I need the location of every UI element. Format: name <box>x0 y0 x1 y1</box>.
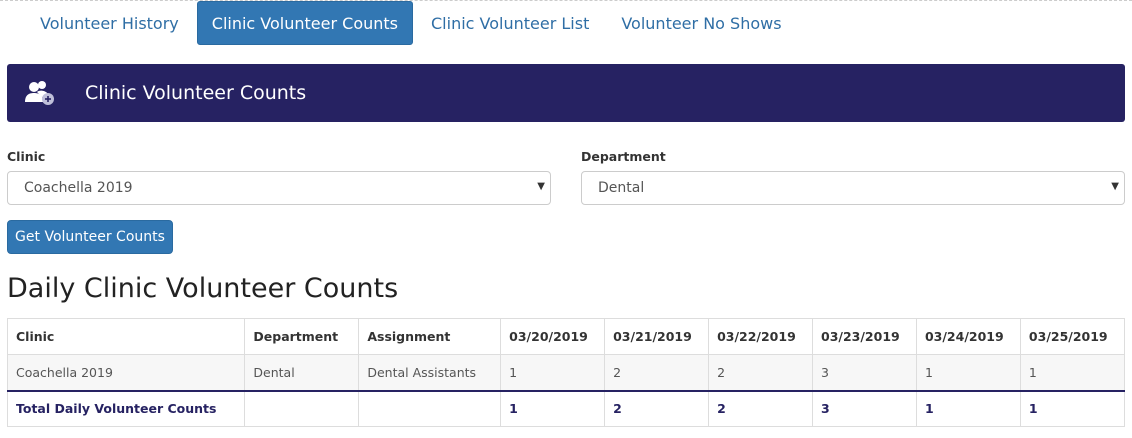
table-cell: 1 <box>915 354 1021 392</box>
tab-clinic-volunteer-list[interactable]: Clinic Volunteer List <box>417 1 603 45</box>
tab-volunteer-no-shows[interactable]: Volunteer No Shows <box>607 1 795 45</box>
column-header: 03/22/2019 <box>708 318 814 355</box>
total-cell: 3 <box>812 390 917 427</box>
total-row: Total Daily Volunteer Counts 1 2 2 3 1 1 <box>6 390 1126 427</box>
department-label: Department <box>581 149 666 164</box>
column-header: 03/25/2019 <box>1019 318 1126 355</box>
page-title: Clinic Volunteer Counts <box>85 82 307 104</box>
tab-clinic-volunteer-counts[interactable]: Clinic Volunteer Counts <box>196 1 413 45</box>
total-cell: 1 <box>500 390 606 427</box>
total-cell: 2 <box>708 390 814 427</box>
table-cell: 2 <box>708 354 814 392</box>
caret-down-icon: ▼ <box>537 181 545 192</box>
total-cell <box>244 390 360 427</box>
total-label: Total Daily Volunteer Counts <box>6 390 246 427</box>
department-select-value: Dental <box>598 180 645 196</box>
column-header: 03/20/2019 <box>500 318 606 355</box>
clinic-select-value: Coachella 2019 <box>24 180 133 196</box>
nav-tabs: Volunteer History Clinic Volunteer Count… <box>26 1 800 45</box>
clinic-label: Clinic <box>7 149 46 164</box>
column-header: Assignment <box>358 318 502 355</box>
total-cell: 1 <box>1019 390 1126 427</box>
table-cell: 1 <box>500 354 606 392</box>
users-icon <box>23 80 57 106</box>
table-cell: 2 <box>604 354 710 392</box>
column-header: Department <box>244 318 360 355</box>
column-header: 03/23/2019 <box>812 318 917 355</box>
table-cell: Dental Assistants <box>358 354 502 392</box>
total-cell: 1 <box>915 390 1021 427</box>
total-cell <box>358 390 502 427</box>
table-cell: 3 <box>812 354 917 392</box>
column-header: Clinic <box>6 318 246 355</box>
column-header: 03/24/2019 <box>915 318 1021 355</box>
table-row: Coachella 2019 Dental Dental Assistants … <box>6 354 1126 392</box>
clinic-select[interactable]: Coachella 2019 ▼ <box>7 171 551 205</box>
section-title: Daily Clinic Volunteer Counts <box>7 273 399 304</box>
caret-down-icon: ▼ <box>1111 181 1119 192</box>
department-select[interactable]: Dental ▼ <box>581 171 1125 205</box>
page-header-banner: Clinic Volunteer Counts <box>7 64 1125 122</box>
table-cell: Dental <box>244 354 360 392</box>
table-cell: 1 <box>1019 354 1126 392</box>
tab-volunteer-history[interactable]: Volunteer History <box>26 1 193 45</box>
table-header-row: Clinic Department Assignment 03/20/2019 … <box>6 318 1126 355</box>
total-cell: 2 <box>604 390 710 427</box>
column-header: 03/21/2019 <box>604 318 710 355</box>
volunteer-counts-table: Clinic Department Assignment 03/20/2019 … <box>6 318 1126 427</box>
get-volunteer-counts-button[interactable]: Get Volunteer Counts <box>7 220 173 254</box>
table-cell: Coachella 2019 <box>6 354 246 392</box>
